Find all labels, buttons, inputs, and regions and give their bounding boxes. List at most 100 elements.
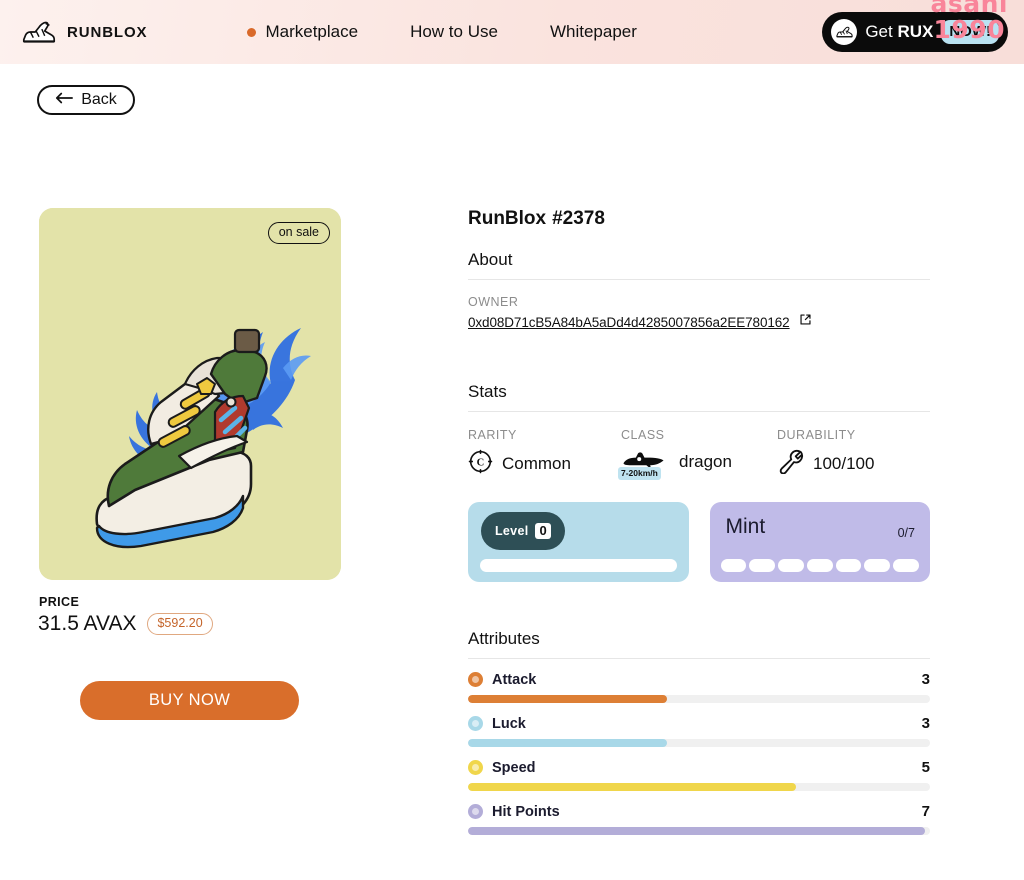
owner-row: 0xd08D71cB5A84bA5aDd4d4285007856a2EE7801… — [468, 313, 930, 331]
attributes-heading: Attributes — [468, 629, 930, 659]
attribute-value: 5 — [921, 759, 930, 776]
nav-label: Marketplace — [265, 22, 359, 41]
about-heading: About — [468, 250, 930, 280]
stats-row: RARITY C Common CLASS 7-20km/h dragon DU… — [468, 428, 930, 484]
attribute-color-dot-icon — [468, 760, 483, 775]
sneaker-icon — [831, 19, 858, 45]
stat-value-group: 100/100 — [777, 449, 874, 479]
attribute-fill — [468, 695, 667, 703]
class-speed-badge: 7-20km/h — [618, 467, 661, 480]
price-label: PRICE — [39, 595, 80, 609]
attribute-fill — [468, 739, 667, 747]
attribute-fill — [468, 783, 797, 791]
attribute-name: Speed — [492, 759, 536, 776]
stat-value-group: 7-20km/h dragon — [618, 449, 732, 480]
brand-name: RUNBLOX — [67, 23, 148, 41]
stat-durability: DURABILITY 100/100 — [777, 428, 874, 479]
price-row: 31.5 AVAX $592.20 — [38, 612, 213, 636]
page-title: RunBlox #2378 — [468, 208, 930, 230]
attribute-header: Luck 3 — [468, 715, 930, 732]
cta-now-badge[interactable]: NOW! — [941, 20, 999, 44]
level-card: Level 0 — [468, 502, 689, 582]
rarity-common-icon: C — [468, 449, 493, 479]
cta-text: Get RUX — [865, 22, 933, 42]
svg-text:C: C — [477, 458, 485, 469]
attribute-color-dot-icon — [468, 804, 483, 819]
price-usd-badge: $592.20 — [147, 613, 213, 635]
attribute-color-dot-icon — [468, 672, 483, 687]
attribute-name: Hit Points — [492, 803, 560, 820]
main-nav: Marketplace How to Use Whitepaper — [221, 22, 662, 42]
buy-now-button[interactable]: BUY NOW — [80, 681, 299, 720]
stat-label: RARITY — [468, 428, 517, 442]
mint-segment — [749, 559, 776, 572]
attribute-row-speed: Speed 5 — [468, 759, 930, 791]
attribute-header: Attack 3 — [468, 671, 930, 688]
arrow-left-icon — [55, 91, 74, 109]
attribute-track — [468, 695, 930, 703]
nft-collection-name: RunBlox — [468, 208, 547, 229]
on-sale-badge: on sale — [267, 222, 330, 244]
stat-value-group: C Common — [468, 449, 571, 479]
level-mint-row: Level 0 Mint 0/7 — [468, 502, 930, 582]
nav-item-marketplace[interactable]: Marketplace — [221, 22, 384, 42]
nav-item-how-to-use[interactable]: How to Use — [384, 22, 524, 42]
mint-segments — [720, 559, 920, 572]
attribute-name: Luck — [492, 715, 526, 732]
nav-label: How to Use — [410, 22, 498, 41]
back-button[interactable]: Back — [37, 85, 135, 115]
owner-address-link[interactable]: 0xd08D71cB5A84bA5aDd4d4285007856a2EE7801… — [468, 315, 790, 330]
stats-heading: Stats — [468, 382, 930, 412]
level-label: Level — [495, 524, 529, 538]
owner-label: OWNER — [468, 295, 519, 309]
nav-item-whitepaper[interactable]: Whitepaper — [524, 22, 663, 42]
attribute-name: Attack — [492, 671, 537, 688]
stat-class: CLASS 7-20km/h dragon — [618, 428, 732, 480]
mint-segment — [864, 559, 891, 572]
attribute-header: Speed 5 — [468, 759, 930, 776]
cta-text-plain: Get — [865, 22, 898, 41]
level-value: 0 — [535, 522, 551, 540]
attribute-value: 3 — [921, 715, 930, 732]
sneaker-icon — [20, 18, 58, 46]
mint-count: 0/7 — [897, 526, 915, 540]
nft-artwork — [39, 208, 341, 580]
brand-logo-group[interactable]: RUNBLOX — [20, 18, 147, 46]
cta-text-bold: RUX — [897, 22, 934, 41]
stat-label: DURABILITY — [777, 428, 856, 442]
stat-rarity: RARITY C Common — [468, 428, 571, 479]
attribute-value: 7 — [921, 803, 930, 820]
attribute-track — [468, 739, 930, 747]
back-label: Back — [81, 91, 117, 108]
attribute-color-dot-icon — [468, 716, 483, 731]
mint-segment — [893, 559, 919, 572]
mint-title: Mint — [725, 515, 766, 538]
attribute-track — [468, 783, 930, 791]
mint-card: Mint 0/7 — [709, 502, 930, 582]
nav-label: Whitepaper — [549, 22, 637, 41]
mint-segment — [778, 559, 804, 572]
attribute-header: Hit Points 7 — [468, 803, 930, 820]
nft-image-card[interactable]: on sale — [39, 208, 341, 580]
stat-text: Common — [502, 454, 571, 473]
external-link-icon[interactable] — [799, 313, 812, 331]
nft-token-id: #2378 — [552, 208, 605, 229]
attribute-track — [468, 827, 930, 835]
attribute-row-hit-points: Hit Points 7 — [468, 803, 930, 835]
price-amount: 31.5 AVAX — [38, 612, 137, 635]
attribute-value: 3 — [921, 671, 930, 688]
detail-panel: RunBlox #2378 About OWNER 0xd08D71cB5A84b… — [468, 208, 930, 835]
mint-segment — [806, 559, 833, 572]
mint-segment — [720, 559, 747, 572]
attribute-row-attack: Attack 3 — [468, 671, 930, 703]
mint-segment — [835, 559, 862, 572]
dragon-icon: 7-20km/h — [618, 449, 670, 480]
stat-text: 100/100 — [813, 454, 875, 473]
get-rux-button[interactable]: Get RUX NOW! — [822, 12, 1008, 52]
site-header: RUNBLOX Marketplace How to Use Whitepape… — [0, 0, 1024, 64]
level-badge: Level 0 — [481, 512, 565, 550]
attribute-fill — [468, 827, 926, 835]
wrench-icon — [777, 449, 804, 479]
stat-text: dragon — [679, 451, 732, 471]
active-dot-icon — [247, 27, 257, 37]
